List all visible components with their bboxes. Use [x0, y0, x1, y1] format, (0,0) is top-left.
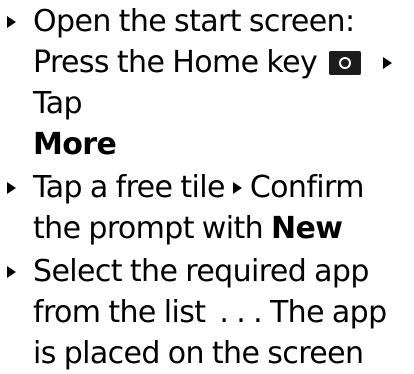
- step-text: Tap a free tile: [33, 170, 225, 205]
- ellipsis: . . .: [219, 295, 263, 330]
- bullet-arrow-icon: [7, 16, 16, 28]
- home-key-icon: [329, 51, 362, 75]
- bullet-arrow-icon: [7, 266, 16, 278]
- step-select-app: Select the required app from the list . …: [0, 251, 414, 374]
- step-text: Tap: [33, 86, 83, 121]
- step-text: Open the start screen: Press the Home ke…: [33, 4, 355, 80]
- arrow-icon: [382, 57, 392, 69]
- arrow-icon: [232, 182, 242, 194]
- step-keyword-more: More: [33, 127, 117, 162]
- step-open-start-screen: Open the start screen: Press the Home ke…: [0, 1, 414, 165]
- instruction-steps: Open the start screen: Press the Home ke…: [0, 0, 414, 371]
- bullet-arrow-icon: [7, 182, 16, 194]
- step-tap-free-tile: Tap a free tile Confirm the prompt with N…: [0, 167, 414, 249]
- step-keyword-new: New: [271, 211, 343, 246]
